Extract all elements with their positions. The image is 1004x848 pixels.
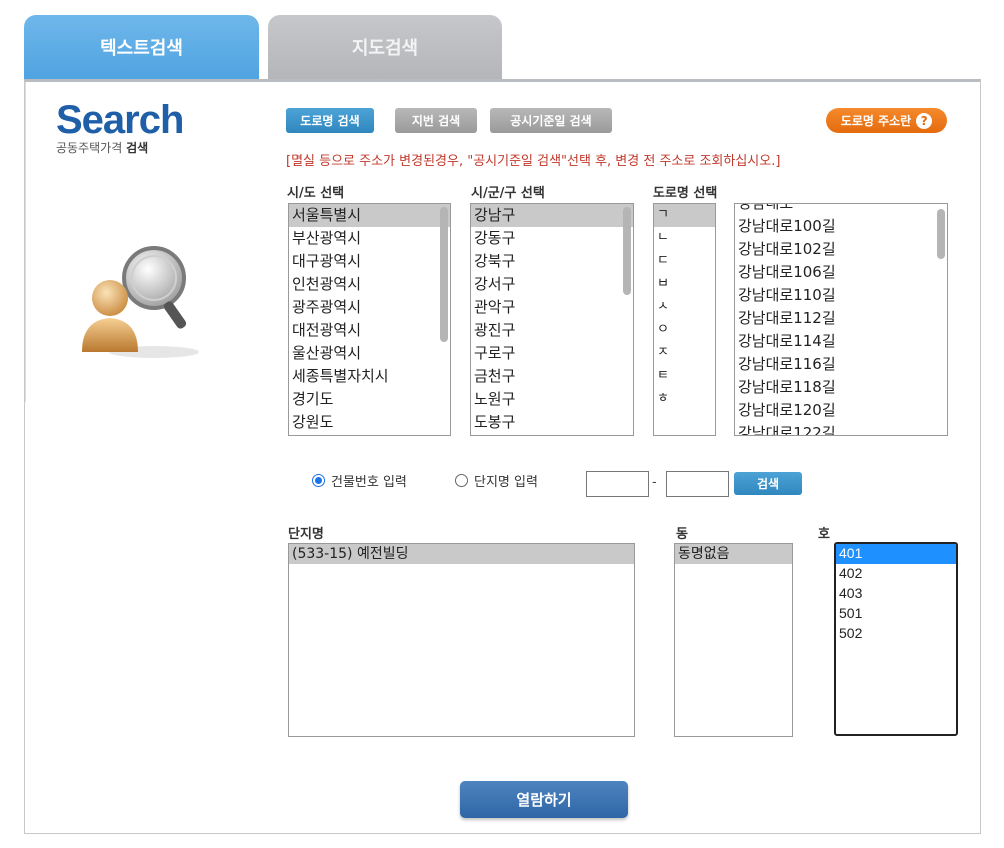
sigungu-option[interactable]: 강남구	[471, 204, 633, 227]
road-option[interactable]: 강남대로112길	[735, 307, 947, 330]
search-button[interactable]: 검색	[734, 472, 802, 495]
initial-option[interactable]: ㅅ	[654, 296, 715, 319]
lot-number-search-button[interactable]: 지번 검색	[395, 108, 477, 133]
road-scrollbar[interactable]	[937, 209, 945, 259]
address-change-notice: [멸실 등으로 주소가 변경된경우, "공시기준일 검색"선택 후, 변경 전 …	[286, 154, 781, 169]
ho-option[interactable]: 501	[836, 604, 956, 624]
road-option[interactable]: 강남대로118길	[735, 376, 947, 399]
dong-label: 동	[676, 527, 688, 542]
left-branding: Search 공동주택가격 검색	[25, 82, 261, 402]
road-option[interactable]: 강남대로102길	[735, 238, 947, 261]
dong-option[interactable]: 동명없음	[675, 544, 792, 564]
sido-label: 시/도 선택	[287, 186, 345, 201]
sido-option[interactable]: 광주광역시	[289, 296, 450, 319]
road-option[interactable]: 강남대로110길	[735, 284, 947, 307]
building-number-radio[interactable]: 건물번호 입력	[312, 471, 407, 490]
road-name-search-button[interactable]: 도로명 검색	[286, 108, 374, 133]
sigungu-option[interactable]: 강서구	[471, 273, 633, 296]
road-option[interactable]: 강남대로120길	[735, 399, 947, 422]
ho-option[interactable]: 402	[836, 564, 956, 584]
ho-option[interactable]: 401	[836, 544, 956, 564]
road-option[interactable]: 강남대로	[735, 204, 947, 215]
search-logo-title: Search	[56, 98, 184, 142]
sido-scrollbar[interactable]	[440, 207, 448, 342]
search-logo-subtitle: 공동주택가격 검색	[56, 139, 148, 156]
complex-name-listbox[interactable]: (533-15) 예전빌딩	[288, 543, 635, 737]
tab-text-search[interactable]: 텍스트검색	[24, 15, 259, 79]
tab-map-search[interactable]: 지도검색	[268, 15, 502, 79]
sigungu-option[interactable]: 관악구	[471, 296, 633, 319]
help-icon: ?	[916, 112, 933, 129]
initial-option[interactable]: ㅇ	[654, 319, 715, 342]
logo-subtitle-bold: 검색	[126, 141, 149, 155]
complex-name-radio[interactable]: 단지명 입력	[455, 471, 538, 490]
sido-option[interactable]: 울산광역시	[289, 342, 450, 365]
logo-subtitle-prefix: 공동주택가격	[56, 141, 127, 155]
sido-option[interactable]: 대구광역시	[289, 250, 450, 273]
initial-option[interactable]: ㄴ	[654, 227, 715, 250]
number-separator: -	[652, 475, 657, 490]
building-number-main-input[interactable]	[586, 471, 649, 497]
sido-option[interactable]: 서울특별시	[289, 204, 450, 227]
road-option[interactable]: 강남대로114길	[735, 330, 947, 353]
road-address-info-label: 도로명 주소란	[840, 114, 912, 128]
initial-option[interactable]: ㄷ	[654, 250, 715, 273]
sigungu-option[interactable]: 구로구	[471, 342, 633, 365]
view-button[interactable]: 열람하기	[460, 781, 628, 818]
radio-selected-icon[interactable]	[312, 474, 325, 487]
sigungu-option[interactable]: 강북구	[471, 250, 633, 273]
sido-option[interactable]: 경기도	[289, 388, 450, 411]
sido-option[interactable]: 대전광역시	[289, 319, 450, 342]
user-search-illustration-icon	[82, 246, 199, 358]
ho-option[interactable]: 403	[836, 584, 956, 604]
dong-listbox[interactable]: 동명없음	[674, 543, 793, 737]
sigungu-listbox[interactable]: 강남구 강동구 강북구 강서구 관악구 광진구 구로구 금천구 노원구 도봉구	[470, 203, 634, 436]
road-option[interactable]: 강남대로100길	[735, 215, 947, 238]
initial-option[interactable]: ㅈ	[654, 342, 715, 365]
initial-option[interactable]: ㅌ	[654, 365, 715, 388]
sigungu-option[interactable]: 금천구	[471, 365, 633, 388]
sido-option[interactable]: 강원도	[289, 411, 450, 434]
building-number-radio-label: 건물번호 입력	[331, 475, 407, 490]
complex-option[interactable]: (533-15) 예전빌딩	[289, 544, 634, 564]
road-address-info-button[interactable]: 도로명 주소란 ?	[826, 108, 947, 133]
sigungu-scrollbar[interactable]	[623, 207, 631, 295]
initial-consonant-listbox[interactable]: ㄱ ㄴ ㄷ ㅂ ㅅ ㅇ ㅈ ㅌ ㅎ	[653, 203, 716, 436]
initial-option[interactable]: ㅂ	[654, 273, 715, 296]
sigungu-option[interactable]: 강동구	[471, 227, 633, 250]
road-option[interactable]: 강남대로116길	[735, 353, 947, 376]
ho-listbox[interactable]: 401 402 403 501 502	[834, 542, 958, 736]
base-date-search-button[interactable]: 공시기준일 검색	[490, 108, 612, 133]
sido-option[interactable]: 부산광역시	[289, 227, 450, 250]
sigungu-label: 시/군/구 선택	[471, 186, 545, 201]
initial-option[interactable]: ㄱ	[654, 204, 715, 227]
ho-option[interactable]: 502	[836, 624, 956, 644]
sido-option[interactable]: 인천광역시	[289, 273, 450, 296]
building-number-sub-input[interactable]	[666, 471, 729, 497]
search-panel: Search 공동주택가격 검색 도로명 검색 지번 검색 공시기준일 검색 도…	[24, 79, 981, 834]
initial-option[interactable]: ㅎ	[654, 388, 715, 411]
road-name-listbox[interactable]: 강남대로 강남대로100길 강남대로102길 강남대로106길 강남대로110길…	[734, 203, 948, 436]
sigungu-option[interactable]: 광진구	[471, 319, 633, 342]
road-label: 도로명 선택	[653, 186, 718, 201]
sido-listbox[interactable]: 서울특별시 부산광역시 대구광역시 인천광역시 광주광역시 대전광역시 울산광역…	[288, 203, 451, 436]
road-option[interactable]: 강남대로106길	[735, 261, 947, 284]
complex-name-radio-label: 단지명 입력	[474, 475, 538, 490]
sido-option[interactable]: 세종특별자치시	[289, 365, 450, 388]
sigungu-option[interactable]: 노원구	[471, 388, 633, 411]
ho-label: 호	[818, 527, 830, 542]
radio-unselected-icon[interactable]	[455, 474, 468, 487]
complex-name-label: 단지명	[288, 527, 324, 542]
road-option[interactable]: 강남대로122길	[735, 422, 947, 435]
sigungu-option[interactable]: 도봉구	[471, 411, 633, 434]
